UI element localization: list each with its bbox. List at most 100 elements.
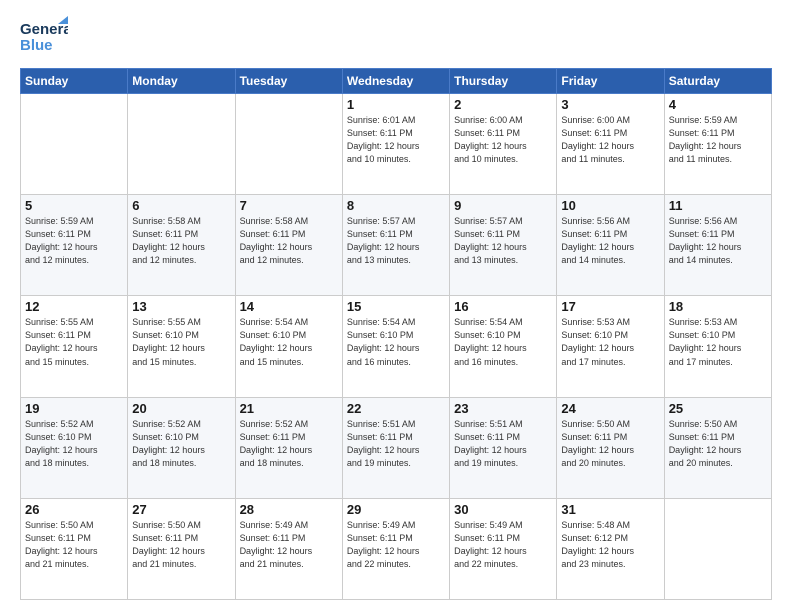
day-info: Sunrise: 5:53 AM Sunset: 6:10 PM Dayligh… <box>669 316 767 368</box>
calendar-cell <box>128 94 235 195</box>
logo: General Blue <box>20 16 68 60</box>
day-number: 2 <box>454 97 552 112</box>
day-number: 28 <box>240 502 338 517</box>
calendar-cell: 31 Sunrise: 5:48 AM Sunset: 6:12 PM Dayli… <box>557 498 664 599</box>
calendar-cell: 8 Sunrise: 5:57 AM Sunset: 6:11 PM Daylig… <box>342 195 449 296</box>
calendar-cell: 29 Sunrise: 5:49 AM Sunset: 6:11 PM Dayli… <box>342 498 449 599</box>
day-info: Sunrise: 5:54 AM Sunset: 6:10 PM Dayligh… <box>347 316 445 368</box>
calendar-cell: 3 Sunrise: 6:00 AM Sunset: 6:11 PM Daylig… <box>557 94 664 195</box>
day-info: Sunrise: 5:58 AM Sunset: 6:11 PM Dayligh… <box>132 215 230 267</box>
day-number: 3 <box>561 97 659 112</box>
calendar-cell <box>21 94 128 195</box>
calendar-cell: 10 Sunrise: 5:56 AM Sunset: 6:11 PM Dayli… <box>557 195 664 296</box>
calendar-cell <box>664 498 771 599</box>
calendar-cell: 18 Sunrise: 5:53 AM Sunset: 6:10 PM Dayli… <box>664 296 771 397</box>
calendar-cell <box>235 94 342 195</box>
calendar-cell: 24Sunrise: 5:50 AM Sunset: 6:11 PM Dayli… <box>557 397 664 498</box>
day-number: 12 <box>25 299 123 314</box>
calendar-cell: 13 Sunrise: 5:55 AM Sunset: 6:10 PM Dayli… <box>128 296 235 397</box>
calendar-cell: 16Sunrise: 5:54 AM Sunset: 6:10 PM Dayli… <box>450 296 557 397</box>
day-info: Sunrise: 5:48 AM Sunset: 6:12 PM Dayligh… <box>561 519 659 571</box>
weekday-header-thursday: Thursday <box>450 69 557 94</box>
calendar-cell: 19 Sunrise: 5:52 AM Sunset: 6:10 PM Dayli… <box>21 397 128 498</box>
weekday-header-row: SundayMondayTuesdayWednesdayThursdayFrid… <box>21 69 772 94</box>
day-number: 23 <box>454 401 552 416</box>
logo-icon: General Blue <box>20 16 68 60</box>
weekday-header-wednesday: Wednesday <box>342 69 449 94</box>
day-info: Sunrise: 6:01 AM Sunset: 6:11 PM Dayligh… <box>347 114 445 166</box>
calendar-week-2: 5 Sunrise: 5:59 AM Sunset: 6:11 PM Daylig… <box>21 195 772 296</box>
day-number: 30 <box>454 502 552 517</box>
day-info: Sunrise: 5:50 AM Sunset: 6:11 PM Dayligh… <box>669 418 767 470</box>
day-info: Sunrise: 5:52 AM Sunset: 6:10 PM Dayligh… <box>25 418 123 470</box>
day-info: Sunrise: 5:57 AM Sunset: 6:11 PM Dayligh… <box>454 215 552 267</box>
calendar-cell: 14 Sunrise: 5:54 AM Sunset: 6:10 PM Dayli… <box>235 296 342 397</box>
day-number: 19 <box>25 401 123 416</box>
calendar-cell: 1 Sunrise: 6:01 AM Sunset: 6:11 PM Daylig… <box>342 94 449 195</box>
calendar-cell: 22 Sunrise: 5:51 AM Sunset: 6:11 PM Dayli… <box>342 397 449 498</box>
day-info: Sunrise: 5:54 AM Sunset: 6:10 PM Dayligh… <box>240 316 338 368</box>
calendar-cell: 27Sunrise: 5:50 AM Sunset: 6:11 PM Dayli… <box>128 498 235 599</box>
day-info: Sunrise: 5:59 AM Sunset: 6:11 PM Dayligh… <box>25 215 123 267</box>
day-number: 14 <box>240 299 338 314</box>
day-number: 11 <box>669 198 767 213</box>
day-number: 10 <box>561 198 659 213</box>
day-number: 13 <box>132 299 230 314</box>
day-info: Sunrise: 5:51 AM Sunset: 6:11 PM Dayligh… <box>347 418 445 470</box>
calendar-cell: 23 Sunrise: 5:51 AM Sunset: 6:11 PM Dayli… <box>450 397 557 498</box>
day-number: 27 <box>132 502 230 517</box>
day-info: Sunrise: 5:50 AM Sunset: 6:11 PM Dayligh… <box>25 519 123 571</box>
calendar-cell: 25 Sunrise: 5:50 AM Sunset: 6:11 PM Dayli… <box>664 397 771 498</box>
day-info: Sunrise: 5:55 AM Sunset: 6:10 PM Dayligh… <box>132 316 230 368</box>
calendar-cell: 2 Sunrise: 6:00 AM Sunset: 6:11 PM Daylig… <box>450 94 557 195</box>
calendar-week-5: 26Sunrise: 5:50 AM Sunset: 6:11 PM Dayli… <box>21 498 772 599</box>
day-number: 25 <box>669 401 767 416</box>
day-number: 20 <box>132 401 230 416</box>
day-number: 6 <box>132 198 230 213</box>
day-info: Sunrise: 5:57 AM Sunset: 6:11 PM Dayligh… <box>347 215 445 267</box>
day-number: 29 <box>347 502 445 517</box>
weekday-header-tuesday: Tuesday <box>235 69 342 94</box>
calendar-cell: 30Sunrise: 5:49 AM Sunset: 6:11 PM Dayli… <box>450 498 557 599</box>
calendar-cell: 15 Sunrise: 5:54 AM Sunset: 6:10 PM Dayli… <box>342 296 449 397</box>
day-info: Sunrise: 5:56 AM Sunset: 6:11 PM Dayligh… <box>561 215 659 267</box>
weekday-header-monday: Monday <box>128 69 235 94</box>
calendar-cell: 11 Sunrise: 5:56 AM Sunset: 6:11 PM Dayli… <box>664 195 771 296</box>
day-info: Sunrise: 5:52 AM Sunset: 6:11 PM Dayligh… <box>240 418 338 470</box>
day-number: 9 <box>454 198 552 213</box>
header: General Blue <box>20 16 772 60</box>
weekday-header-saturday: Saturday <box>664 69 771 94</box>
day-info: Sunrise: 5:49 AM Sunset: 6:11 PM Dayligh… <box>347 519 445 571</box>
day-number: 4 <box>669 97 767 112</box>
calendar-week-3: 12 Sunrise: 5:55 AM Sunset: 6:11 PM Dayli… <box>21 296 772 397</box>
day-number: 16 <box>454 299 552 314</box>
calendar-cell: 4 Sunrise: 5:59 AM Sunset: 6:11 PM Daylig… <box>664 94 771 195</box>
calendar-table: SundayMondayTuesdayWednesdayThursdayFrid… <box>20 68 772 600</box>
calendar-cell: 20Sunrise: 5:52 AM Sunset: 6:10 PM Dayli… <box>128 397 235 498</box>
day-number: 24 <box>561 401 659 416</box>
day-number: 31 <box>561 502 659 517</box>
day-number: 8 <box>347 198 445 213</box>
day-info: Sunrise: 6:00 AM Sunset: 6:11 PM Dayligh… <box>454 114 552 166</box>
day-number: 22 <box>347 401 445 416</box>
weekday-header-sunday: Sunday <box>21 69 128 94</box>
svg-text:Blue: Blue <box>20 37 53 54</box>
day-number: 15 <box>347 299 445 314</box>
day-info: Sunrise: 6:00 AM Sunset: 6:11 PM Dayligh… <box>561 114 659 166</box>
day-number: 5 <box>25 198 123 213</box>
day-number: 1 <box>347 97 445 112</box>
day-info: Sunrise: 5:56 AM Sunset: 6:11 PM Dayligh… <box>669 215 767 267</box>
day-number: 21 <box>240 401 338 416</box>
calendar-cell: 6 Sunrise: 5:58 AM Sunset: 6:11 PM Daylig… <box>128 195 235 296</box>
day-info: Sunrise: 5:55 AM Sunset: 6:11 PM Dayligh… <box>25 316 123 368</box>
page: General Blue SundayMondayTuesdayWednesda… <box>0 0 792 612</box>
day-number: 17 <box>561 299 659 314</box>
day-info: Sunrise: 5:49 AM Sunset: 6:11 PM Dayligh… <box>240 519 338 571</box>
calendar-cell: 17 Sunrise: 5:53 AM Sunset: 6:10 PM Dayli… <box>557 296 664 397</box>
day-number: 18 <box>669 299 767 314</box>
day-info: Sunrise: 5:51 AM Sunset: 6:11 PM Dayligh… <box>454 418 552 470</box>
day-info: Sunrise: 5:53 AM Sunset: 6:10 PM Dayligh… <box>561 316 659 368</box>
calendar-week-4: 19 Sunrise: 5:52 AM Sunset: 6:10 PM Dayli… <box>21 397 772 498</box>
day-info: Sunrise: 5:59 AM Sunset: 6:11 PM Dayligh… <box>669 114 767 166</box>
calendar-cell: 7Sunrise: 5:58 AM Sunset: 6:11 PM Daylig… <box>235 195 342 296</box>
